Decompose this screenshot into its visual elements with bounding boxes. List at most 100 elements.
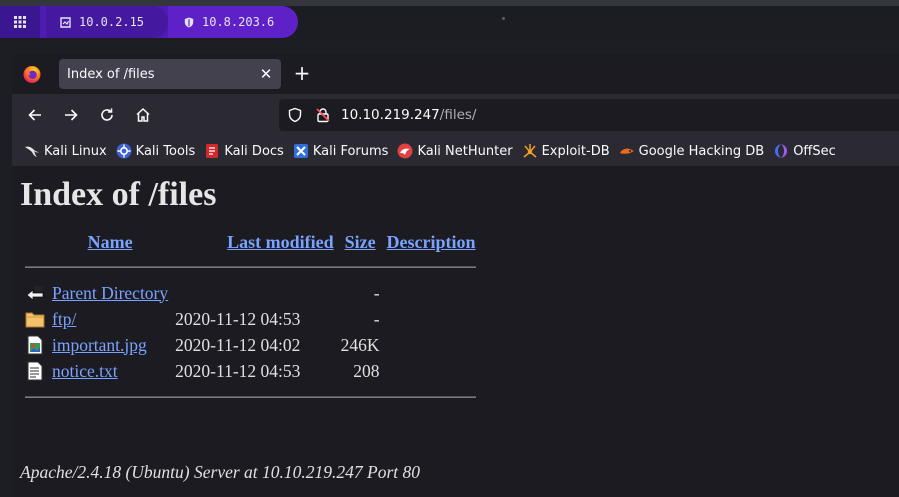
bookmark-label: Google Hacking DB: [638, 143, 765, 159]
tab-title: Index of /files: [67, 66, 155, 82]
url-host: 10.10.219.247: [341, 107, 440, 123]
forward-arrow-icon: [65, 109, 78, 121]
reload-icon: [101, 108, 113, 121]
table-row: notice.txt 2020-11-12 04:53 208: [23, 358, 478, 384]
url-path: /files/: [439, 107, 477, 123]
icon-header: [23, 230, 47, 254]
parent-directory-link[interactable]: Parent Directory: [52, 283, 168, 303]
image-file-icon: [27, 335, 43, 355]
vpn-ip-text: 10.8.203.6: [202, 15, 275, 29]
size-cell: -: [373, 282, 380, 303]
local-ip-indicator[interactable]: 10.0.2.15: [46, 6, 168, 38]
desktop-edge: [0, 40, 12, 497]
table-row: Parent Directory -: [23, 280, 478, 306]
bookmark-kali-forums[interactable]: Kali Forums: [293, 136, 389, 166]
bookmark-google-hacking-db[interactable]: Google Hacking DB: [619, 136, 765, 166]
sort-by-modified-link[interactable]: Last modified: [227, 232, 334, 252]
bookmark-kali-nethunter[interactable]: Kali NetHunter: [397, 136, 513, 166]
kali-docs-icon: [206, 144, 219, 158]
bookmarks-toolbar: Kali Linux Kali Tools Kali Docs Kali For…: [12, 136, 899, 166]
close-tab-icon[interactable]: ✕: [257, 65, 275, 83]
description-header: Description: [385, 230, 478, 254]
vpn-panel-widget: 10.0.2.15 10.8.203.6: [0, 6, 298, 38]
forward-button[interactable]: [59, 103, 83, 127]
text-file-icon: [27, 361, 43, 381]
separator-cell: [23, 384, 478, 410]
kali-dragon-icon: [25, 146, 39, 157]
panel-dot: [502, 17, 505, 20]
reload-button[interactable]: [95, 103, 119, 127]
firefox-icon[interactable]: [22, 64, 42, 84]
active-tab[interactable]: Index of /files ✕: [59, 59, 281, 89]
shield-icon[interactable]: [287, 107, 303, 123]
back-button[interactable]: [23, 103, 47, 127]
icon-cell: [23, 280, 47, 306]
ghdb-icon: [619, 148, 634, 154]
description-cell: [385, 280, 478, 306]
name-cell: important.jpg: [50, 332, 170, 358]
modified-cell: 2020-11-12 04:02: [175, 334, 301, 355]
sort-by-name-link[interactable]: Name: [88, 232, 133, 252]
sort-by-description-link[interactable]: Description: [387, 232, 476, 252]
local-ip-text: 10.0.2.15: [79, 15, 145, 29]
notice-txt-link[interactable]: notice.txt: [52, 361, 118, 381]
vpn-ip-indicator[interactable]: 10.8.203.6: [168, 6, 298, 38]
server-signature: Apache/2.4.18 (Ubuntu) Server at 10.10.2…: [20, 462, 421, 482]
name-cell: notice.txt: [50, 358, 170, 384]
size-cell: 246K: [340, 334, 380, 355]
table-row: important.jpg 2020-11-12 04:02 246K: [23, 332, 478, 358]
size-cell: 208: [353, 360, 380, 381]
home-button[interactable]: [131, 103, 155, 127]
icon-cell: [23, 306, 47, 332]
bookmark-label: Exploit-DB: [541, 143, 610, 159]
tab-bar: Index of /files ✕ +: [12, 54, 899, 94]
name-header: Name: [50, 230, 170, 254]
url-bar[interactable]: 10.10.219.247/files/: [279, 99, 899, 131]
bookmark-label: OffSec: [793, 143, 836, 159]
bookmark-label: Kali Linux: [44, 143, 107, 159]
bookmark-exploit-db[interactable]: Exploit-DB: [522, 136, 610, 166]
back-arrow-icon: [26, 286, 44, 301]
new-tab-button[interactable]: +: [290, 62, 314, 86]
bookmark-kali-linux[interactable]: Kali Linux: [24, 136, 107, 166]
nethunter-icon: [397, 143, 413, 159]
important-jpg-link[interactable]: important.jpg: [52, 335, 147, 355]
table-header-row: Name Last modified Size Description: [23, 230, 478, 254]
network-icon: [60, 16, 71, 28]
bookmark-label: Kali Docs: [224, 143, 284, 159]
directory-listing-table: Name Last modified Size Description Pare…: [20, 230, 481, 410]
icon-cell: [23, 358, 47, 384]
firefox-window: Index of /files ✕ + 10.10.219.247/files/…: [12, 54, 899, 497]
kali-forums-icon: [293, 144, 308, 158]
bookmark-label: Kali Forums: [312, 143, 389, 159]
divider: [25, 396, 476, 398]
url-text: 10.10.219.247/files/: [341, 107, 476, 123]
name-cell: ftp/: [50, 306, 170, 332]
bookmark-kali-tools[interactable]: Kali Tools: [116, 136, 196, 166]
folder-icon: [25, 312, 45, 328]
sort-by-size-link[interactable]: Size: [345, 232, 376, 252]
separator-row: [23, 254, 478, 280]
bookmark-offsec[interactable]: OffSec: [773, 136, 836, 166]
top-panel: 10.0.2.15 10.8.203.6: [0, 0, 899, 40]
offsec-icon: [775, 144, 788, 158]
apps-menu-button[interactable]: [0, 6, 40, 38]
description-cell: [385, 332, 478, 358]
grid-icon: [14, 16, 26, 28]
home-icon: [136, 107, 150, 122]
ftp-folder-link[interactable]: ftp/: [52, 309, 76, 329]
insecure-lock-icon[interactable]: [315, 107, 331, 123]
description-cell: [385, 306, 478, 332]
shield-icon: [184, 17, 194, 27]
bookmark-label: Kali Tools: [135, 143, 196, 159]
back-arrow-icon: [28, 109, 41, 121]
table-row: ftp/ 2020-11-12 04:53 -: [23, 306, 478, 332]
bookmark-kali-docs[interactable]: Kali Docs: [204, 136, 284, 166]
modified-header: Last modified: [173, 230, 336, 254]
exploit-db-icon: [523, 144, 537, 158]
modified-cell: 2020-11-12 04:53: [175, 360, 301, 381]
bookmark-label: Kali NetHunter: [417, 143, 513, 159]
size-header: Size: [339, 230, 382, 254]
page-title: Index of /files: [20, 176, 217, 213]
separator-row: [23, 384, 478, 410]
